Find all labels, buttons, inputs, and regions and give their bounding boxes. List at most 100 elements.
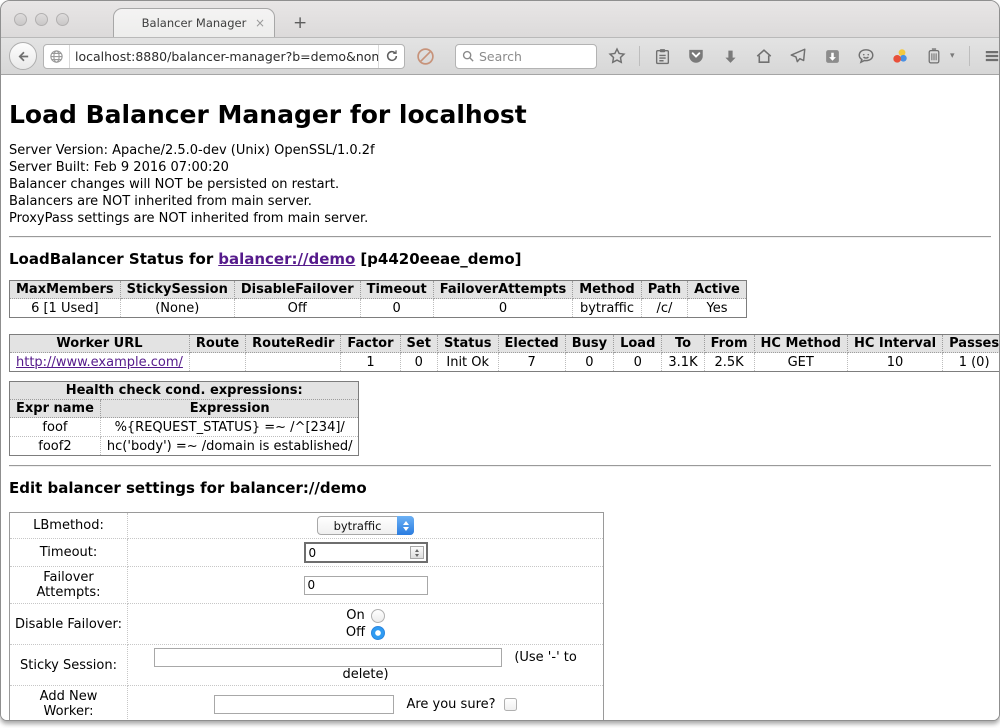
column-header: Expression — [100, 400, 359, 418]
lbmethod-selected-value: bytraffic — [318, 517, 397, 534]
proxypass-note-line: ProxyPass settings are NOT inherited fro… — [9, 210, 991, 227]
column-header: Method — [573, 281, 641, 299]
health-check-table: Health check cond. expressions: Expr nam… — [9, 381, 359, 456]
traffic-lights — [14, 13, 69, 26]
containers-icon[interactable] — [920, 42, 948, 70]
table-cell: 10 — [847, 353, 942, 372]
balancer-demo-link[interactable]: balancer://demo — [218, 250, 355, 268]
column-header: Active — [688, 281, 747, 299]
reload-button[interactable] — [378, 45, 404, 68]
menu-icon[interactable] — [978, 42, 1000, 70]
table-cell: hc('body') =~ /domain is established/ — [100, 437, 359, 456]
worker-url-link[interactable]: http://www.example.com/ — [16, 355, 183, 370]
toolbar-separator — [969, 46, 970, 66]
column-header: HC Interval — [847, 335, 942, 353]
table-cell — [246, 353, 341, 372]
column-header: FailoverAttempts — [433, 281, 573, 299]
containers-dropdown-caret-icon[interactable]: ▾ — [950, 51, 955, 61]
bookmark-star-icon[interactable] — [603, 42, 631, 70]
header-row: Worker URLRouteRouteRedirFactorSetStatus… — [10, 335, 1000, 353]
save-page-icon[interactable] — [818, 42, 846, 70]
table-cell: Yes — [688, 299, 747, 318]
disable-failover-off-radio[interactable] — [371, 626, 385, 640]
table-row: 6 [1 Used](None)Off00bytraffic/c/Yes — [10, 299, 747, 318]
table-cell: http://www.example.com/ — [10, 353, 190, 372]
table-row: http://www.example.com/10Init Ok7003.1K2… — [10, 353, 1000, 372]
pocket-icon[interactable] — [682, 42, 710, 70]
back-button[interactable] — [9, 42, 37, 70]
lbmethod-select[interactable]: bytraffic — [317, 516, 414, 535]
feedback-smiley-icon[interactable] — [852, 42, 880, 70]
home-icon[interactable] — [750, 42, 778, 70]
disable-failover-row: Disable Failover: On Off — [10, 604, 604, 645]
back-icon — [16, 49, 31, 64]
downloads-icon[interactable] — [716, 42, 744, 70]
minimize-window-button[interactable] — [35, 13, 48, 26]
column-header: From — [704, 335, 754, 353]
server-version-line: Server Version: Apache/2.5.0-dev (Unix) … — [9, 142, 991, 159]
header-row: Expr nameExpression — [10, 400, 359, 418]
send-to-device-icon[interactable] — [784, 42, 812, 70]
radio-on-label: On — [346, 607, 364, 624]
table-row: foof%{REQUEST_STATUS} =~ /^[234]/ — [10, 418, 359, 437]
table-cell: 2.5K — [704, 353, 754, 372]
status-heading-suffix: [p4420eeae_demo] — [360, 250, 521, 268]
timeout-input[interactable] — [306, 544, 408, 561]
table-cell: bytraffic — [573, 299, 641, 318]
table-cell: %{REQUEST_STATUS} =~ /^[234]/ — [100, 418, 359, 437]
table-cell: 1 — [341, 353, 400, 372]
reading-list-icon[interactable] — [648, 42, 676, 70]
table-cell: 0 — [565, 353, 613, 372]
search-bar[interactable] — [455, 44, 597, 69]
timeout-row: Timeout: — [10, 539, 604, 567]
content-block-icon[interactable] — [411, 42, 439, 70]
server-built-line: Server Built: Feb 9 2016 07:00:20 — [9, 159, 991, 176]
worker-status-table: Worker URLRouteRouteRedirFactorSetStatus… — [9, 334, 999, 372]
color-palette-icon[interactable] — [886, 42, 914, 70]
tab-close-icon[interactable]: × — [255, 17, 265, 29]
disable-failover-on-radio[interactable] — [371, 609, 385, 623]
failover-attempts-label: Failover Attempts: — [10, 567, 128, 604]
sticky-session-row: Sticky Session: (Use '-' to delete) — [10, 645, 604, 686]
number-spinner-icon[interactable] — [410, 546, 424, 559]
edit-balancer-heading: Edit balancer settings for balancer://de… — [9, 479, 991, 497]
tab-title: Balancer Manager — [142, 16, 247, 30]
search-input[interactable] — [479, 49, 590, 64]
inherit-note-line: Balancers are NOT inherited from main se… — [9, 193, 991, 210]
globe-icon — [44, 45, 70, 68]
navigation-toolbar: localhost:8880/balancer-manager?b=demo&n… — [1, 37, 999, 75]
table-cell: Off — [234, 299, 360, 318]
edit-balancer-form: LBmethod: bytraffic Timeout: — [9, 512, 604, 720]
sticky-session-label: Sticky Session: — [10, 645, 128, 686]
balancer-status-table: MaxMembersStickySessionDisableFailoverTi… — [9, 280, 747, 318]
failover-attempts-row: Failover Attempts: — [10, 567, 604, 604]
table-cell: 0 — [433, 299, 573, 318]
column-header: MaxMembers — [10, 281, 121, 299]
table-cell: 3.1K — [662, 353, 704, 372]
column-header: StickySession — [120, 281, 234, 299]
tab-balancer-manager[interactable]: Balancer Manager × — [113, 8, 275, 37]
new-tab-button[interactable]: + — [293, 15, 307, 32]
column-header: DisableFailover — [234, 281, 360, 299]
timeout-field-wrapper — [304, 542, 428, 563]
url-text[interactable]: localhost:8880/balancer-manager?b=demo&n… — [70, 49, 378, 64]
sticky-session-input[interactable] — [154, 648, 502, 667]
disable-failover-label: Disable Failover: — [10, 604, 128, 645]
health-check-table-title: Health check cond. expressions: — [10, 382, 359, 400]
add-worker-input[interactable] — [214, 695, 394, 714]
browser-window: Balancer Manager × + localhost:8880/bala… — [0, 0, 1000, 721]
add-worker-row: Add New Worker: Are you sure? — [10, 686, 604, 721]
column-header: Route — [189, 335, 245, 353]
url-bar[interactable]: localhost:8880/balancer-manager?b=demo&n… — [43, 44, 405, 69]
are-you-sure-checkbox[interactable] — [504, 698, 517, 711]
table-cell: GET — [754, 353, 847, 372]
zoom-window-button[interactable] — [56, 13, 69, 26]
table-cell: 1 (0) — [943, 353, 999, 372]
table-cell: Init Ok — [437, 353, 498, 372]
table-cell: 0 — [614, 353, 662, 372]
page-title: Load Balancer Manager for localhost — [9, 100, 991, 129]
column-header: Factor — [341, 335, 400, 353]
page-content: Load Balancer Manager for localhost Serv… — [1, 75, 999, 720]
failover-attempts-input[interactable] — [304, 576, 428, 595]
close-window-button[interactable] — [14, 13, 27, 26]
